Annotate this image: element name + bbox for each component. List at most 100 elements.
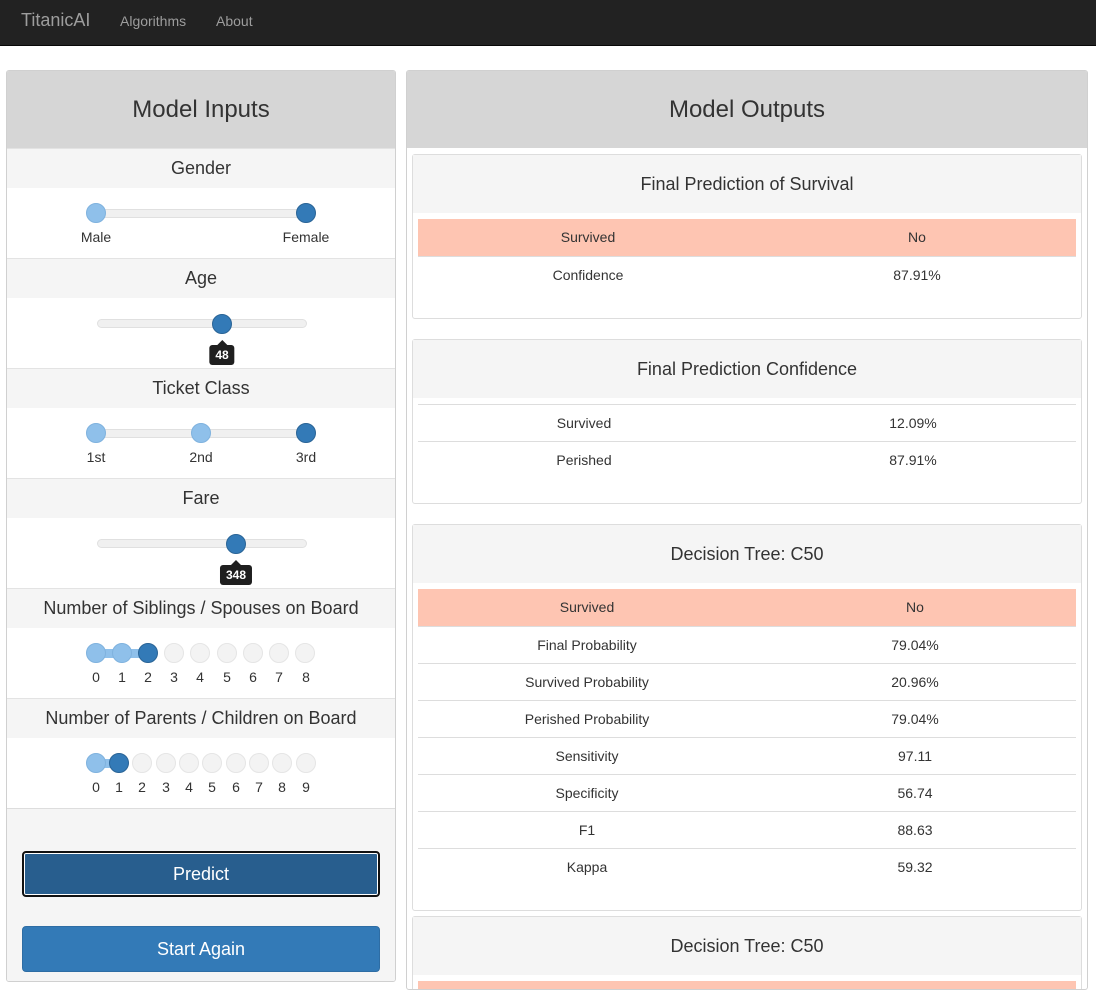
parents-label: Number of Parents / Children on Board [7, 699, 395, 738]
parents-tick: 6 [232, 779, 240, 795]
header-cell: No [908, 229, 926, 245]
table-cell: 88.63 [897, 822, 933, 838]
siblings-step-3[interactable] [164, 643, 184, 663]
siblings-step-6[interactable] [243, 643, 263, 663]
decision-tree-title-2: Decision Tree: C50 [413, 917, 1081, 975]
table-row: Survived Probability 20.96% [418, 663, 1076, 700]
parents-tick: 9 [302, 779, 310, 795]
age-label: Age [7, 259, 395, 298]
age-slider-handle[interactable] [212, 314, 232, 334]
age-value-tooltip: 48 [209, 340, 235, 365]
parents-step-4[interactable] [179, 753, 199, 773]
c50-header-row: Survived No [418, 589, 1076, 626]
table-cell: Survived [556, 415, 612, 431]
start-again-button[interactable]: Start Again [22, 926, 380, 972]
table-cell: Perished [556, 452, 612, 468]
table-row: Sensitivity 97.11 [418, 737, 1076, 774]
action-buttons-area: Predict Start Again [7, 808, 395, 981]
nav-link-about[interactable]: About [216, 13, 253, 29]
gender-section: Gender Male Female [7, 148, 395, 258]
table-cell: Kappa [566, 859, 608, 875]
final-prediction-header-row: Survived No [418, 219, 1076, 256]
table-row: F1 88.63 [418, 811, 1076, 848]
fare-slider-track[interactable] [97, 539, 307, 548]
table-cell: Perished Probability [524, 711, 650, 727]
ticket-class-label: Ticket Class [7, 369, 395, 408]
nav-link-algorithms[interactable]: Algorithms [120, 13, 186, 29]
siblings-label: Number of Siblings / Spouses on Board [7, 589, 395, 628]
ticket-class-1st-handle[interactable] [86, 423, 106, 443]
table-cell: Final Probability [537, 637, 637, 653]
table-cell: 12.09% [889, 415, 937, 431]
age-slider-track[interactable] [97, 319, 307, 328]
table-cell: 59.32 [897, 859, 933, 875]
table-cell: 87.91% [893, 267, 941, 283]
siblings-section: Number of Siblings / Spouses on Board 0 … [7, 588, 395, 698]
fare-label: Fare [7, 479, 395, 518]
siblings-tick: 8 [302, 669, 310, 685]
siblings-tick: 0 [92, 669, 100, 685]
table-cell: Sensitivity [555, 748, 619, 764]
gender-tick-male: Male [80, 229, 112, 245]
decision-tree-c50-card: Decision Tree: C50 Survived No Final Pro… [412, 524, 1082, 911]
fare-value-tooltip: 348 [219, 560, 253, 585]
parents-tick: 5 [208, 779, 216, 795]
siblings-tick: 1 [118, 669, 126, 685]
parents-tick: 4 [185, 779, 193, 795]
predict-button[interactable]: Predict [22, 851, 380, 897]
table-row: Perished Probability 79.04% [418, 700, 1076, 737]
model-outputs-panel: Model Outputs Final Prediction of Surviv… [406, 70, 1088, 990]
siblings-tick: 4 [196, 669, 204, 685]
siblings-handle-1[interactable] [112, 643, 132, 663]
ticket-class-2nd-handle[interactable] [191, 423, 211, 443]
gender-male-handle[interactable] [86, 203, 106, 223]
table-cell: 87.91% [889, 452, 937, 468]
model-inputs-panel: Model Inputs Gender Male Female Age 48 T… [6, 70, 396, 982]
parents-step-8[interactable] [272, 753, 292, 773]
siblings-handle-2[interactable] [138, 643, 158, 663]
parents-step-5[interactable] [202, 753, 222, 773]
header-cell: Survived [560, 229, 616, 245]
table-row: Kappa 59.32 [418, 848, 1076, 885]
gender-female-handle[interactable] [296, 203, 316, 223]
final-prediction-title: Final Prediction of Survival [413, 155, 1081, 213]
table-cell: Specificity [555, 785, 619, 801]
c50-second-header-row [418, 981, 1076, 989]
fare-slider-handle[interactable] [226, 534, 246, 554]
table-row: Confidence 87.91% [418, 256, 1076, 293]
siblings-handle-0[interactable] [86, 643, 106, 663]
model-inputs-title: Model Inputs [7, 71, 395, 148]
table-cell: 97.11 [898, 748, 932, 764]
siblings-step-7[interactable] [269, 643, 289, 663]
ticket-class-tick-1st: 1st [86, 449, 106, 465]
gender-label: Gender [7, 149, 395, 188]
parents-step-6[interactable] [226, 753, 246, 773]
siblings-tick: 7 [275, 669, 283, 685]
age-section: Age 48 [7, 258, 395, 368]
siblings-step-4[interactable] [190, 643, 210, 663]
parents-step-7[interactable] [249, 753, 269, 773]
parents-handle-0[interactable] [86, 753, 106, 773]
parents-step-2[interactable] [132, 753, 152, 773]
decision-tree-title: Decision Tree: C50 [413, 525, 1081, 583]
parents-step-9[interactable] [296, 753, 316, 773]
prediction-confidence-card: Final Prediction Confidence Survived 12.… [412, 339, 1082, 504]
table-cell: Confidence [552, 267, 624, 283]
brand-link[interactable]: TitanicAI [21, 10, 90, 31]
ticket-class-3rd-handle[interactable] [296, 423, 316, 443]
siblings-step-8[interactable] [295, 643, 315, 663]
parents-section: Number of Parents / Children on Board 0 … [7, 698, 395, 808]
table-row: Survived 12.09% [418, 404, 1076, 441]
parents-tick: 8 [278, 779, 286, 795]
ticket-class-tick-3rd: 3rd [295, 449, 317, 465]
table-row: Perished 87.91% [418, 441, 1076, 478]
parents-step-3[interactable] [156, 753, 176, 773]
gender-slider-track[interactable] [97, 209, 307, 218]
siblings-step-5[interactable] [217, 643, 237, 663]
header-cell: Survived [559, 599, 615, 615]
parents-handle-1[interactable] [109, 753, 129, 773]
parents-tick: 1 [115, 779, 123, 795]
gender-tick-female: Female [282, 229, 330, 245]
table-cell: Survived Probability [525, 674, 649, 690]
table-cell: 20.96% [891, 674, 939, 690]
